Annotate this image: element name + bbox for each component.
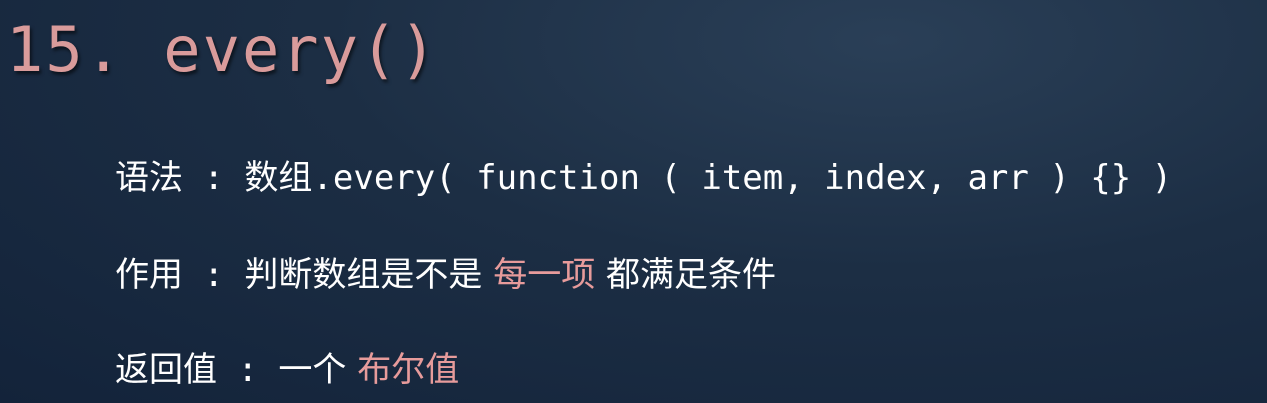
return-value-line: 返回值 : 一个 布尔值 bbox=[115, 348, 459, 392]
purpose-label: 作用 bbox=[115, 255, 183, 295]
syntax-separator: : bbox=[183, 158, 245, 198]
return-value-separator: : bbox=[217, 350, 279, 390]
return-value-highlight: 布尔值 bbox=[357, 350, 460, 390]
syntax-code: .every( function ( item, index, arr ) {}… bbox=[312, 158, 1173, 198]
purpose-line: 作用 : 判断数组是不是 每一项 都满足条件 bbox=[115, 253, 776, 297]
syntax-object: 数组 bbox=[244, 158, 313, 198]
syntax-line: 语法 : 数组.every( function ( item, index, a… bbox=[115, 156, 1172, 200]
purpose-text-before: 判断数组是不是 bbox=[244, 255, 494, 295]
syntax-label: 语法 bbox=[115, 158, 183, 198]
return-value-label: 返回值 bbox=[115, 350, 217, 390]
purpose-separator: : bbox=[183, 255, 245, 295]
slide-title: 15. every() bbox=[6, 13, 439, 86]
purpose-highlight: 每一项 bbox=[493, 255, 596, 295]
return-value-text-before: 一个 bbox=[278, 350, 358, 390]
purpose-text-after: 都满足条件 bbox=[595, 255, 777, 295]
